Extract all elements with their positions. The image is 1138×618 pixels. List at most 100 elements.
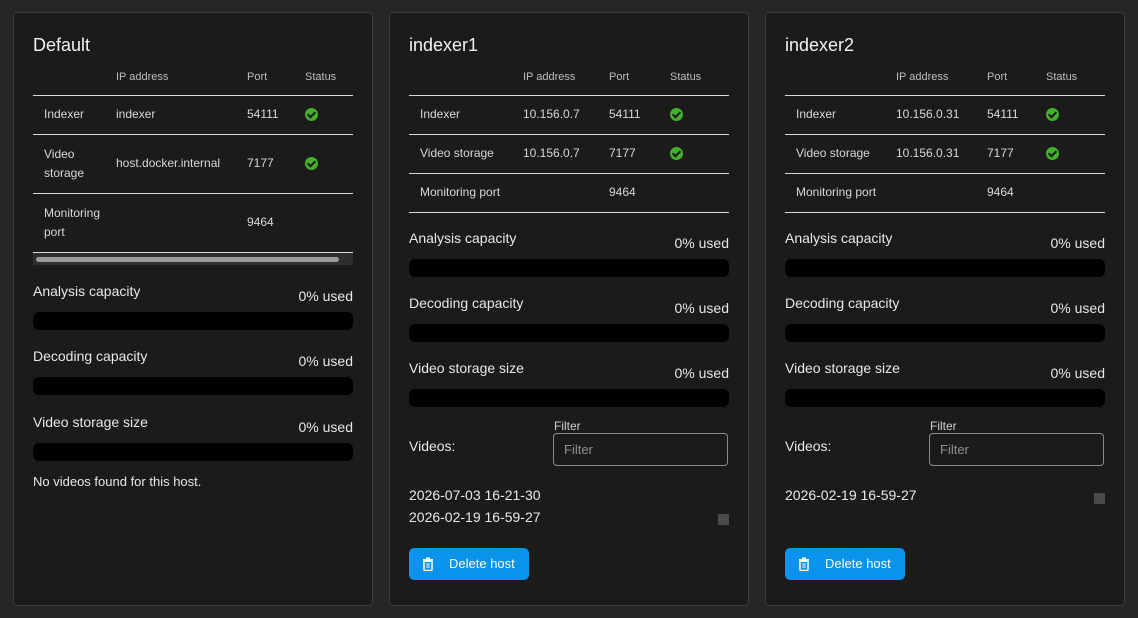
filter-label: Filter <box>554 418 581 433</box>
service-port: 7177 <box>247 134 305 194</box>
delete-host-label: Delete host <box>449 556 515 571</box>
delete-host-button[interactable]: Delete host <box>409 547 529 580</box>
table-row: Indexer indexer 54111 <box>33 95 353 135</box>
capacity-label: Analysis capacity <box>33 282 141 299</box>
decoding-capacity: Decoding capacity 0% used <box>33 347 353 395</box>
table-row: Monitoring port 9464 <box>785 173 1105 213</box>
service-ip: 10.156.0.31 <box>896 134 987 174</box>
host-services-table: IP address Port Status Indexer 10.156.0.… <box>785 59 1105 213</box>
check-circle-icon <box>1046 147 1059 161</box>
check-circle-icon <box>305 108 318 122</box>
table-row: Video storage host.docker.internal 7177 <box>33 134 353 194</box>
host-card-indexer2: indexer2 IP address Port Status Indexer … <box>765 12 1125 606</box>
capacity-bar <box>785 323 1105 342</box>
service-ip: indexer <box>116 95 247 135</box>
capacity-bar <box>785 388 1105 407</box>
capacity-used: 0% used <box>674 234 729 251</box>
service-name: Monitoring port <box>33 193 116 253</box>
storage-capacity: Video storage size 0% used <box>785 359 1105 407</box>
capacity-used: 0% used <box>298 352 353 369</box>
service-port: 7177 <box>987 134 1046 174</box>
decoding-capacity: Decoding capacity 0% used <box>785 294 1105 342</box>
videos-header: Videos: Filter <box>785 415 1105 466</box>
capacity-used: 0% used <box>674 299 729 316</box>
video-list: 2026-02-19 16-59-27 <box>785 484 1105 532</box>
service-status <box>1046 134 1105 174</box>
service-port: 54111 <box>609 95 670 135</box>
service-ip <box>116 193 247 253</box>
filter-input[interactable] <box>553 432 728 466</box>
host-services-table: IP address Port Status Indexer indexer 5… <box>33 59 353 253</box>
capacity-used: 0% used <box>1050 299 1105 316</box>
analysis-capacity: Analysis capacity 0% used <box>785 229 1105 277</box>
service-status <box>305 193 353 253</box>
delete-host-button[interactable]: Delete host <box>785 547 905 580</box>
filter-input[interactable] <box>929 432 1104 466</box>
column-header-port: Port <box>247 59 305 96</box>
check-circle-icon <box>670 147 683 161</box>
service-ip: host.docker.internal <box>116 134 247 194</box>
service-status <box>670 95 729 135</box>
videos-label: Videos: <box>785 437 832 454</box>
storage-capacity: Video storage size 0% used <box>33 413 353 461</box>
host-card-default: Default IP address Port Status Indexer i… <box>13 12 373 606</box>
host-title: Default <box>33 35 91 55</box>
video-item[interactable]: 2026-02-19 16-59-27 <box>409 506 729 528</box>
table-row: Monitoring port 9464 <box>33 193 353 253</box>
capacity-used: 0% used <box>298 287 353 304</box>
service-ip: 10.156.0.7 <box>523 95 609 135</box>
service-status <box>670 173 729 213</box>
decoding-capacity: Decoding capacity 0% used <box>409 294 729 342</box>
service-name: Video storage <box>409 134 523 174</box>
analysis-capacity: Analysis capacity 0% used <box>33 282 353 330</box>
host-title: indexer1 <box>409 35 479 55</box>
capacity-label: Decoding capacity <box>409 294 524 311</box>
capacity-label: Decoding capacity <box>785 294 900 311</box>
service-status <box>305 95 353 135</box>
service-name: Monitoring port <box>409 173 523 213</box>
capacity-used: 0% used <box>298 418 353 435</box>
service-port: 54111 <box>987 95 1046 135</box>
column-header-name <box>785 59 896 96</box>
video-item[interactable]: 2026-07-03 16-21-30 <box>409 484 729 506</box>
service-ip: 10.156.0.7 <box>523 134 609 174</box>
capacity-label: Video storage size <box>785 359 900 376</box>
table-header-row: IP address Port Status <box>785 59 1105 96</box>
video-item[interactable]: 2026-02-19 16-59-27 <box>785 484 1105 506</box>
column-header-port: Port <box>987 59 1046 96</box>
host-title: indexer2 <box>785 35 855 55</box>
service-name: Indexer <box>409 95 523 135</box>
filter-label: Filter <box>930 418 957 433</box>
capacity-bar <box>33 376 353 395</box>
column-header-status: Status <box>1046 59 1105 96</box>
table-row: Indexer 10.156.0.7 54111 <box>409 95 729 135</box>
capacity-bar <box>409 258 729 277</box>
host-services-table: IP address Port Status Indexer 10.156.0.… <box>409 59 729 213</box>
video-list-scrollbar[interactable] <box>1094 492 1105 504</box>
capacity-bar <box>785 258 1105 277</box>
table-horizontal-scrollbar[interactable] <box>33 252 353 265</box>
service-port: 54111 <box>247 95 305 135</box>
host-card-indexer1: indexer1 IP address Port Status Indexer … <box>389 12 749 606</box>
capacity-bar <box>409 388 729 407</box>
service-status <box>1046 95 1105 135</box>
capacity-bar <box>33 311 353 330</box>
column-header-name <box>409 59 523 96</box>
service-name: Indexer <box>785 95 896 135</box>
service-port: 9464 <box>247 193 305 253</box>
column-header-status: Status <box>670 59 729 96</box>
scrollbar-thumb[interactable] <box>36 256 339 262</box>
column-header-ip: IP address <box>523 59 609 96</box>
service-name: Monitoring port <box>785 173 896 213</box>
column-header-ip: IP address <box>116 59 247 96</box>
table-row: Video storage 10.156.0.7 7177 <box>409 134 729 174</box>
videos-label: Videos: <box>409 437 456 454</box>
video-list-scrollbar[interactable] <box>718 513 729 525</box>
table-header-row: IP address Port Status <box>409 59 729 96</box>
check-circle-icon <box>1046 108 1059 122</box>
capacity-label: Analysis capacity <box>409 229 517 246</box>
capacity-bar <box>33 442 353 461</box>
column-header-port: Port <box>609 59 670 96</box>
storage-capacity: Video storage size 0% used <box>409 359 729 407</box>
videos-header: Videos: Filter <box>409 415 729 466</box>
